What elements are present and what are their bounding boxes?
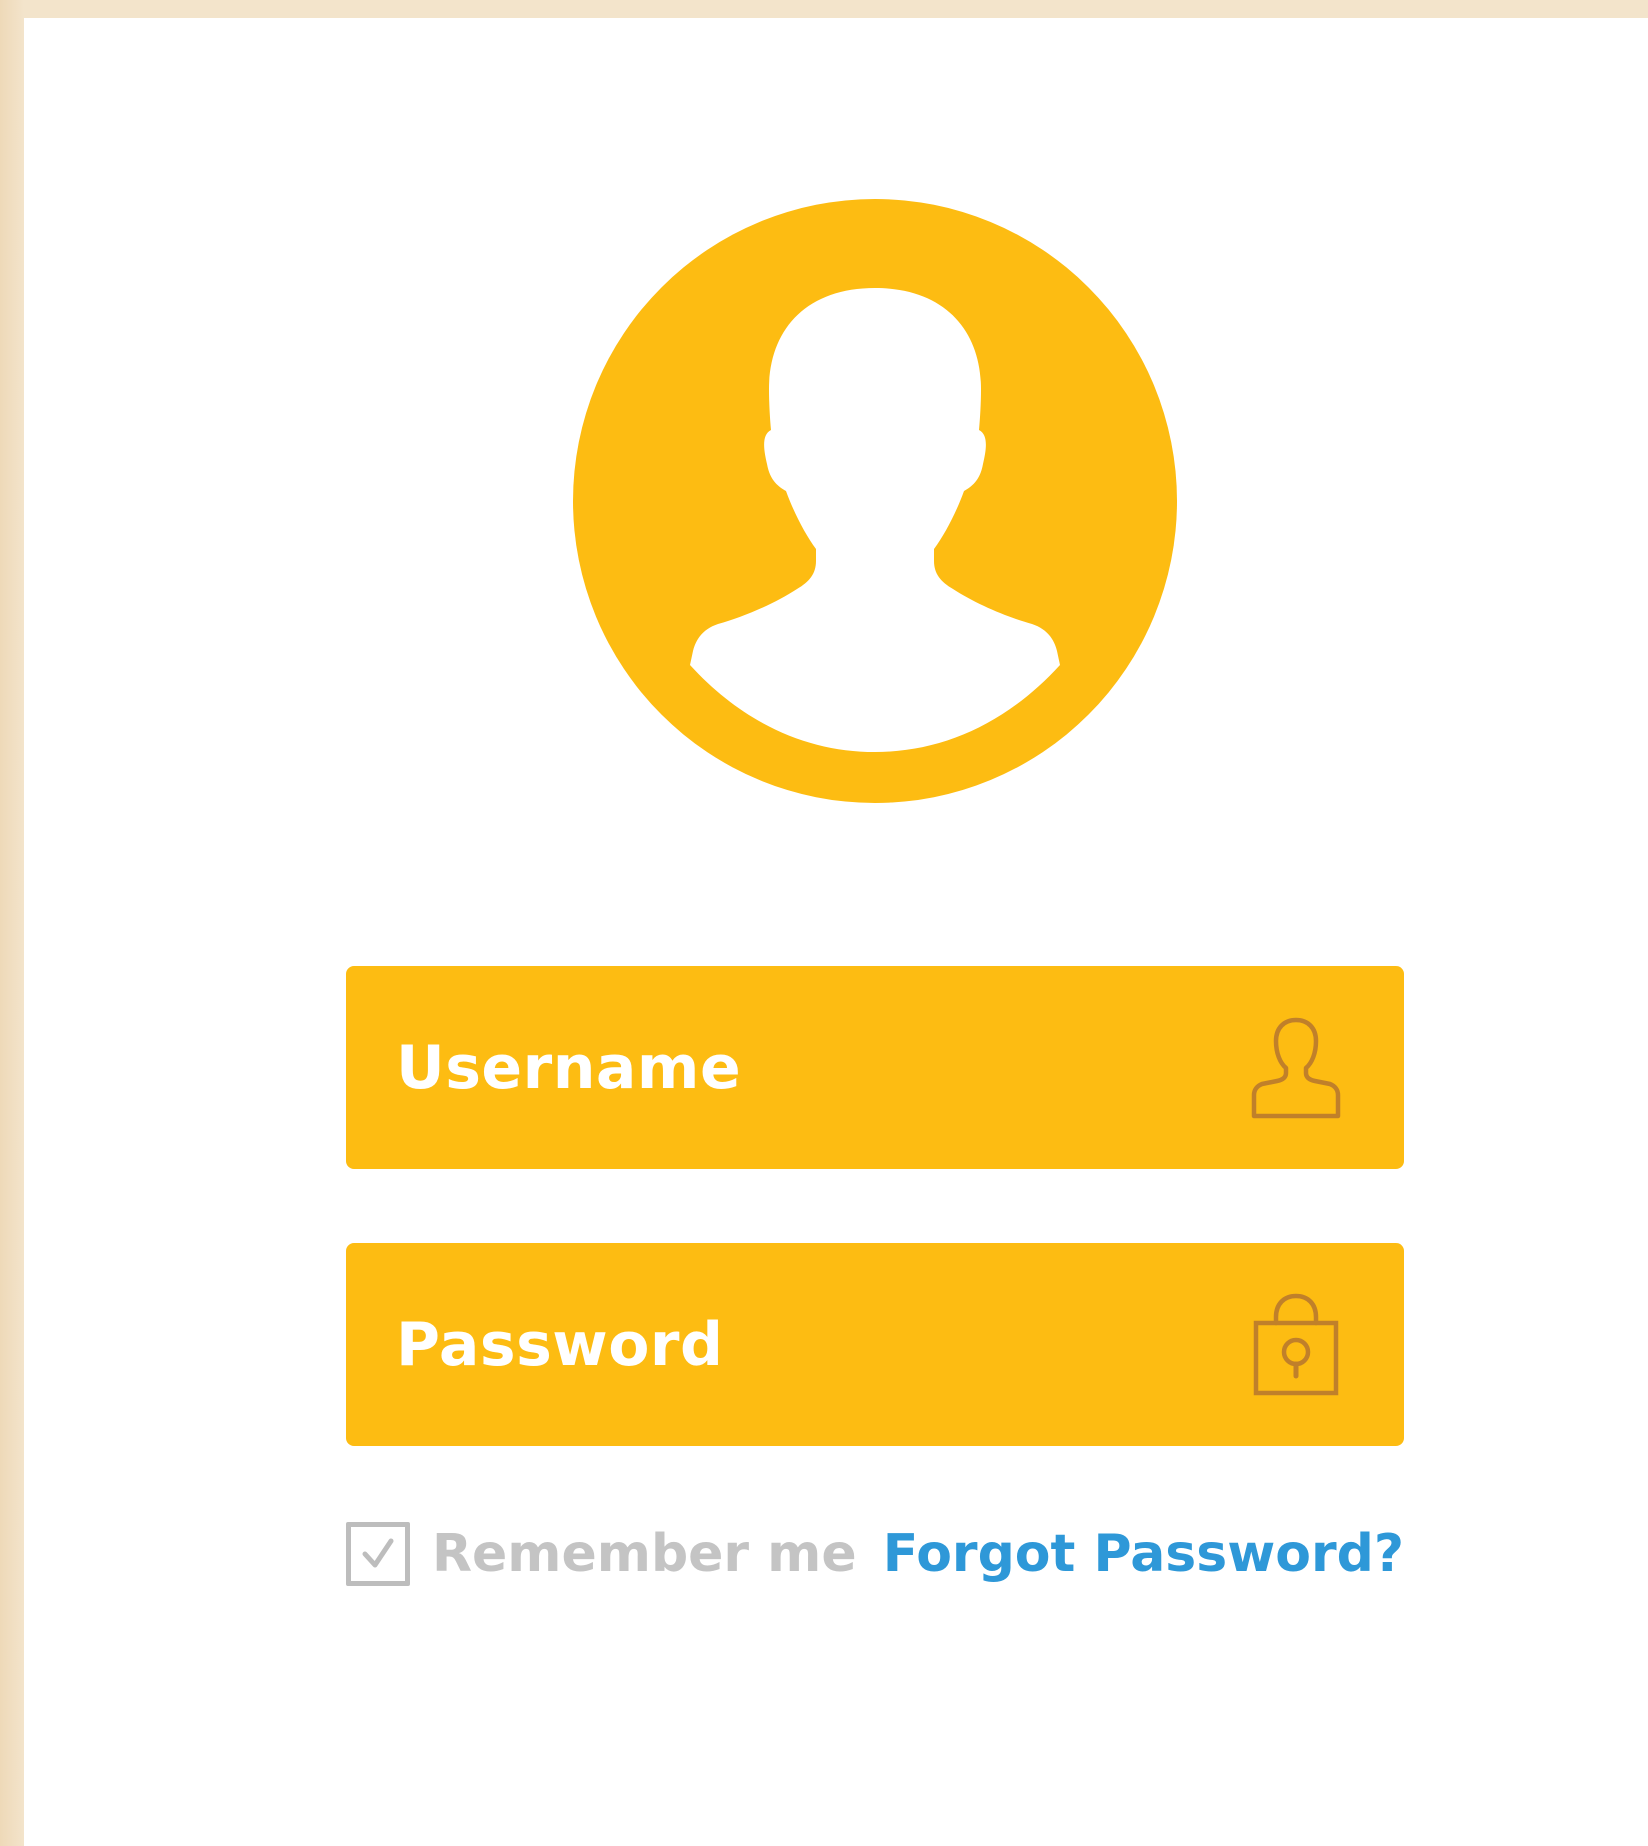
remember-me[interactable]: Remember me (346, 1518, 857, 1590)
lock-icon (1250, 1293, 1342, 1397)
check-icon (362, 1538, 394, 1568)
page-background: Username Password Remember me Forgot Pas… (0, 0, 1648, 1846)
remember-me-checkbox[interactable] (346, 1522, 410, 1586)
forgot-password-link[interactable]: Forgot Password? (883, 1518, 1404, 1590)
username-placeholder: Username (396, 1032, 742, 1103)
login-card: Username Password Remember me Forgot Pas… (24, 18, 1648, 1846)
password-placeholder: Password (396, 1309, 724, 1380)
password-field[interactable]: Password (346, 1243, 1404, 1446)
form-options: Remember me Forgot Password? (346, 1518, 1404, 1590)
user-silhouette-icon (573, 199, 1177, 803)
username-field[interactable]: Username (346, 966, 1404, 1169)
avatar (573, 199, 1177, 803)
user-outline-icon (1250, 1016, 1342, 1120)
remember-me-label: Remember me (432, 1524, 857, 1584)
